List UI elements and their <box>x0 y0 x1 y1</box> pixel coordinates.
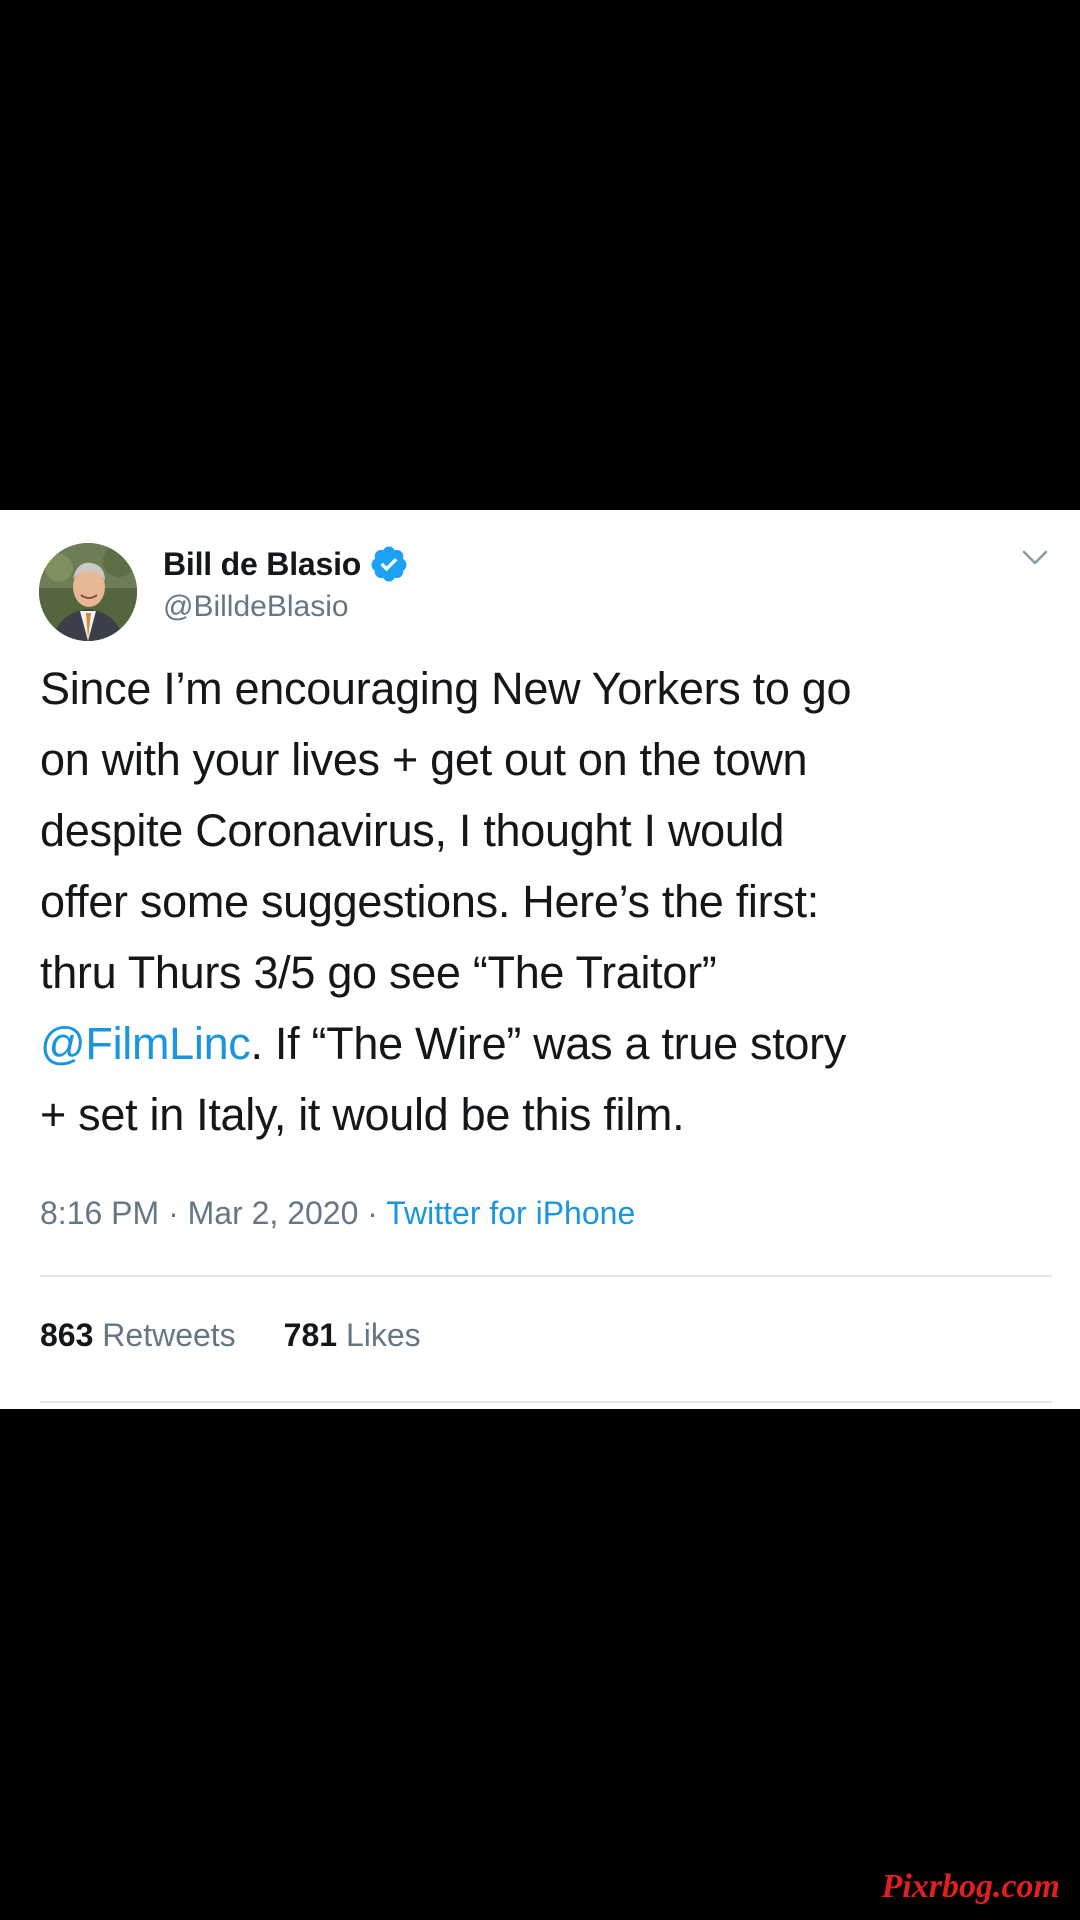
retweets-stat[interactable]: 863 Retweets <box>40 1317 236 1353</box>
chevron-down-icon[interactable] <box>1018 540 1052 574</box>
tweet-source-link[interactable]: Twitter for iPhone <box>386 1195 635 1231</box>
mention-link[interactable]: @FilmLinc <box>40 1018 251 1069</box>
verified-badge-icon <box>369 544 409 584</box>
meta-separator: · <box>168 1195 179 1231</box>
tweet-text-line: on with your lives + get out on the town <box>40 734 808 785</box>
author-name-row[interactable]: Bill de Blasio <box>163 538 409 590</box>
likes-count: 781 <box>283 1317 338 1353</box>
retweets-label: Retweets <box>102 1317 236 1353</box>
retweets-count: 863 <box>40 1317 94 1353</box>
watermark: Pixrbog.com <box>881 1868 1060 1905</box>
divider <box>40 1275 1052 1277</box>
tweet-text-line: + set in Italy, it would be this film. <box>40 1089 685 1140</box>
tweet-text-line: Since I’m encouraging New Yorkers to go <box>40 663 852 714</box>
avatar[interactable] <box>39 543 137 641</box>
likes-label: Likes <box>345 1317 421 1353</box>
tweet-date[interactable]: Mar 2, 2020 <box>188 1195 359 1231</box>
tweet-text-line: despite Coronavirus, I thought I would <box>40 805 785 856</box>
tweet-text-line: thru Thurs 3/5 go see “The Traitor” <box>40 947 717 998</box>
author-name[interactable]: Bill de Blasio <box>163 546 361 583</box>
tweet-stats: 863 Retweets 781 Likes <box>40 1317 421 1354</box>
tweet-meta: 8:16 PM · Mar 2, 2020 · Twitter for iPho… <box>40 1195 635 1232</box>
divider <box>40 1401 1052 1403</box>
tweet-text-line: offer some suggestions. Here’s the first… <box>40 876 819 927</box>
tweet-text-line: @FilmLinc. If “The Wire” was a true stor… <box>40 1008 1050 1079</box>
likes-stat[interactable]: 781 Likes <box>284 1317 421 1353</box>
author-handle[interactable]: @BilldeBlasio <box>163 590 349 624</box>
tweet-time[interactable]: 8:16 PM <box>40 1195 159 1231</box>
tweet-text-segment: . If “The Wire” was a true story <box>250 1018 847 1069</box>
tweet-text: Since I’m encouraging New Yorkers to go … <box>40 653 1050 1150</box>
meta-separator: · <box>367 1195 378 1231</box>
tweet-card: Bill de Blasio @BilldeBlasio Since I’m e… <box>0 510 1080 1409</box>
